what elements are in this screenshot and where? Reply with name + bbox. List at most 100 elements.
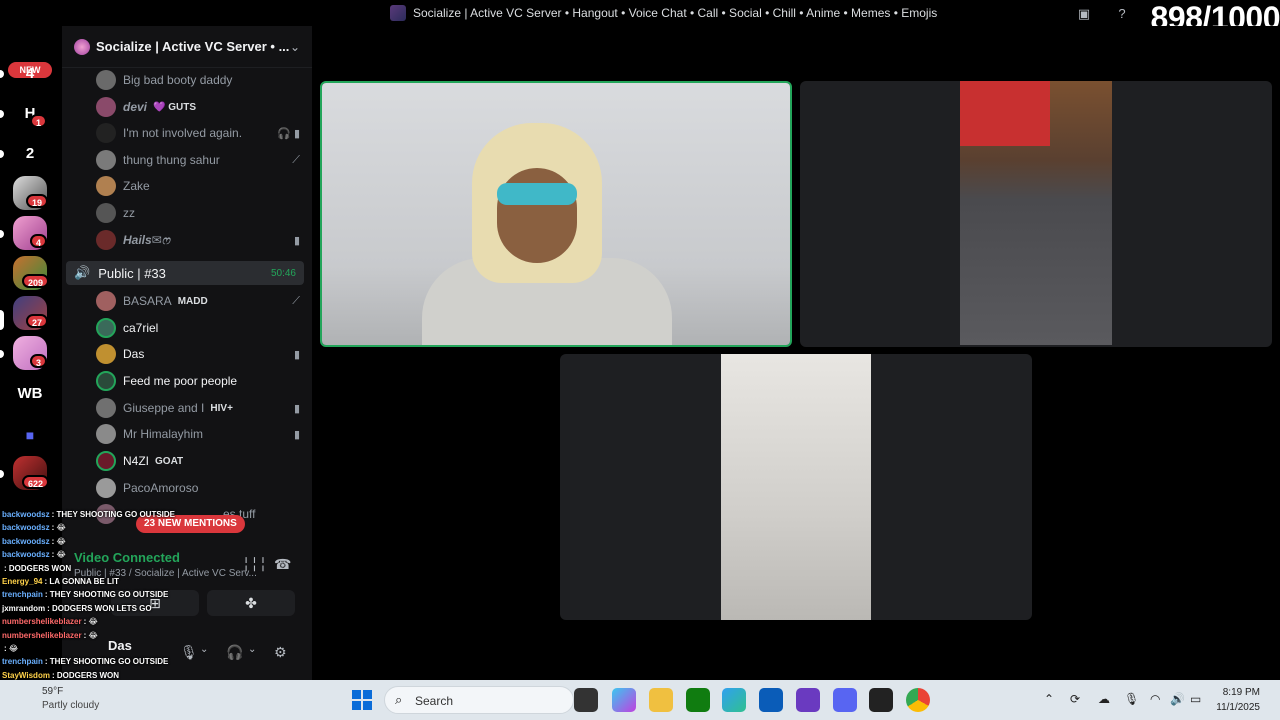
speaker-icon: 🔊 [74,265,91,280]
task-view-icon[interactable] [574,688,598,712]
help-icon[interactable]: ? [1114,6,1130,22]
noise-suppression-icon[interactable]: ╎╎╎ [242,556,267,573]
voice-user[interactable]: Das ▮ [96,343,306,365]
chevron-down-icon[interactable]: ⌄ [248,644,256,655]
xbox-icon[interactable] [686,688,710,712]
channel-name: Public | #33 [98,265,166,281]
video-icon: ▮ [293,234,300,247]
chevron-down-icon[interactable]: ⌄ [290,40,300,54]
voice-user[interactable]: devi 💜 GUTS [96,96,306,118]
screen-share-icon[interactable]: ▣ [1076,6,1092,22]
folder-icon[interactable]: ■ [13,418,47,452]
voice-channel-public-33[interactable]: 🔊 Public | #33 50:46 [66,261,304,285]
voice-user[interactable]: thung thung sahur ⟋ [96,149,306,171]
voice-user[interactable]: I'm not involved again. 🎧 ▮ [96,122,306,144]
avatar [96,176,116,196]
taskbar-search[interactable]: ⌕ Search [384,686,574,714]
selected-pip [0,310,4,330]
search-icon: ⌕ [395,692,403,707]
unread-pip [0,150,4,158]
unread-pip [0,230,4,238]
clock-time: 8:19 PM [1222,687,1260,698]
video-icon: ▮ [293,428,300,441]
chevron-up-icon[interactable]: ⌃ [1044,692,1054,706]
voice-user[interactable]: Feed me poor people [96,370,306,392]
disconnect-icon[interactable]: ☎ [274,556,291,573]
app-icon[interactable] [869,688,893,712]
avatar [96,123,116,143]
edge-icon[interactable] [722,688,746,712]
wifi-icon[interactable]: ◠ [1150,692,1160,706]
clock[interactable]: 8:19 PM 11/1/2025 [1216,685,1260,715]
stream-chat-overlay: backwoodsz: THEY SHOOTING GO OUTSIDE bac… [2,508,222,682]
chat-line: trenchpain: THEY SHOOTING GO OUTSIDE [2,657,169,667]
start-icon[interactable] [352,690,372,710]
chat-line: trenchpain: THEY SHOOTING GO OUTSIDE [2,590,169,600]
server-badge: 4 [30,234,48,248]
avatar [96,70,116,90]
user-tag: GOAT [155,455,184,467]
voice-user[interactable]: Giuseppe and I HIV+ ▮ [96,397,306,419]
voice-user[interactable]: Mr Himalayhim ▮ [96,423,306,445]
sync-icon[interactable]: ⟳ [1070,692,1080,706]
deafened-video-icon: 🎧 ▮ [277,127,300,140]
chat-line: backwoodsz: THEY SHOOTING GO OUTSIDE [2,510,175,519]
voice-user[interactable]: Hails✉ෆ ▮ [96,229,306,251]
voice-user[interactable]: PacoAmoroso [96,477,306,499]
microphone-icon[interactable]: 🎙 [1124,692,1139,706]
user-tag: 💜 GUTS [153,101,197,113]
unread-pip [0,110,4,118]
server-item[interactable]: 4 [13,56,47,90]
voice-user[interactable]: BASARA MADD ⟋ [96,290,306,312]
volume-icon[interactable]: 🔊 [1170,692,1185,706]
muted-icon: ⟋ [292,153,300,166]
battery-icon[interactable]: ▭ [1190,692,1201,706]
chat-line: : 😂 [4,643,19,653]
video-tile[interactable] [800,81,1272,347]
weather-text[interactable]: Partly cloudy [42,700,99,711]
chat-line: numbershelikeblazer: 😂 [2,617,98,627]
headphones-icon[interactable]: 🎧 [226,644,243,661]
unread-pip [0,70,4,78]
person-mask [497,183,577,205]
server-badge: 3 [30,354,48,368]
chat-line: jxmrandom: DODGERS WON LETS GO [2,603,152,613]
voice-user[interactable]: Zake [96,175,306,197]
avatar [96,318,116,338]
avatar [96,230,116,250]
snack-box [960,81,1050,146]
cloud-icon[interactable]: ☁ [1098,692,1110,706]
unread-pip [0,470,4,478]
voice-user[interactable]: N4ZI GOAT [96,450,306,472]
user-tag: MADD [177,295,208,307]
file-explorer-icon[interactable] [649,688,673,712]
server-item[interactable]: WB [13,376,47,410]
video-stage [312,26,1280,680]
voice-user[interactable]: Big bad booty daddy [96,69,306,91]
server-header[interactable]: Socialize | Active VC Server • ... ⌄ [62,26,312,68]
clock-date: 11/1/2025 [1216,702,1260,713]
camera-feed [322,83,790,345]
server-item[interactable]: 2 [13,136,47,170]
server-badge: 1 [30,114,48,128]
voice-user[interactable]: zz [96,202,306,224]
avatar [96,97,116,117]
avatar [96,451,116,471]
discord-icon[interactable] [833,688,857,712]
chat-line: numbershelikeblazer: 😂 [2,630,98,640]
copilot-icon[interactable] [612,688,636,712]
video-tile[interactable] [560,354,1032,620]
chat-line: : DODGERS WON [4,563,72,573]
app-icon[interactable] [796,688,820,712]
camera-feed [721,354,871,620]
chrome-icon[interactable] [906,688,930,712]
settings-gear-icon[interactable]: ⚙ [274,644,287,661]
chat-line: backwoodsz: 😂 [2,536,66,546]
avatar [96,398,116,418]
weather-temp[interactable]: 59°F [42,686,63,697]
video-tile-speaking[interactable] [320,81,792,347]
store-icon[interactable] [759,688,783,712]
voice-user[interactable]: ca7riel [96,317,306,339]
avatar [96,424,116,444]
avatar [96,344,116,364]
